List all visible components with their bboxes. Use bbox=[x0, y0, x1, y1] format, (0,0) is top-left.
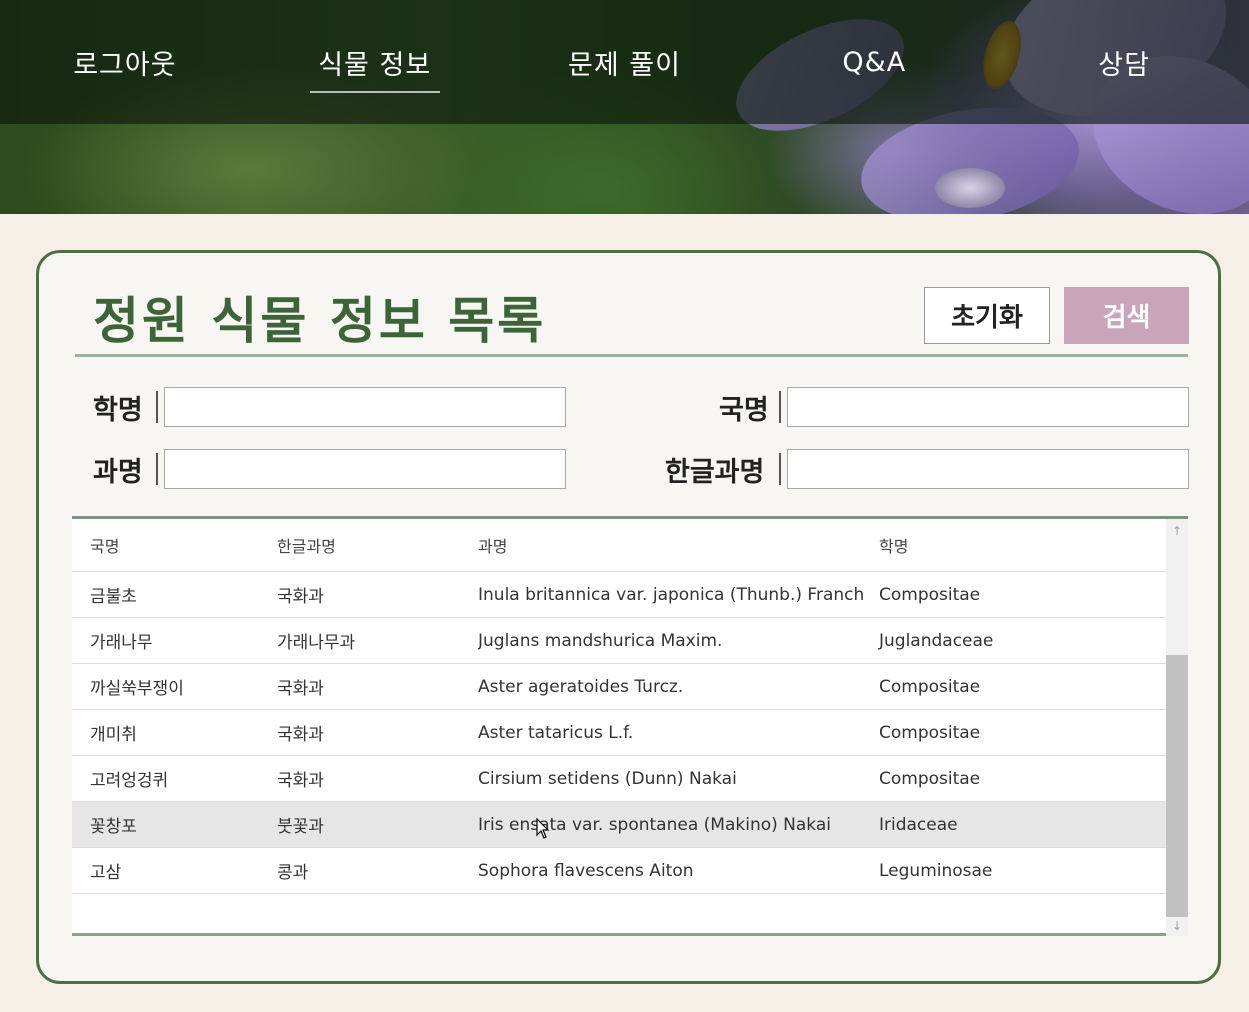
cell-scientific-name: Compositae bbox=[879, 584, 981, 605]
korean-name-label: 국명 bbox=[719, 394, 769, 426]
label-separator bbox=[156, 391, 158, 423]
plant-table: 국명 한글과명 과명 학명 금불초 국화과 Inula britannica v… bbox=[72, 516, 1188, 936]
cell-family: Cirsium setidens (Dunn) Nakai bbox=[478, 768, 737, 789]
nav-quiz-label: 문제 풀이 bbox=[568, 49, 681, 81]
table-scrollbar[interactable]: ↑ ↓ bbox=[1166, 519, 1188, 936]
nav-logout-label: 로그아웃 bbox=[73, 49, 177, 81]
nav-plant-info-label: 식물 정보 bbox=[318, 49, 432, 81]
nav-consult[interactable]: 상담 bbox=[999, 0, 1249, 124]
cell-korean-name: 꽃창포 bbox=[90, 817, 137, 837]
cell-korean-family: 붓꽃과 bbox=[277, 817, 324, 837]
column-header-scientific-name[interactable]: 학명 bbox=[879, 533, 908, 557]
label-separator bbox=[156, 453, 158, 485]
table-row[interactable]: 개미취 국화과 Aster tataricus L.f. Compositae bbox=[72, 710, 1166, 756]
cell-korean-name: 가래나무 bbox=[90, 633, 153, 653]
table-row[interactable]: 고삼 콩과 Sophora flavescens Aiton Leguminos… bbox=[72, 848, 1166, 894]
cell-korean-family: 국화과 bbox=[277, 771, 324, 791]
family-name-input[interactable] bbox=[164, 449, 566, 489]
mouse-pointer-icon bbox=[536, 818, 550, 839]
table-row-highlighted[interactable]: 꽃창포 붓꽃과 Iris ensata var. spontanea (Maki… bbox=[72, 802, 1166, 848]
search-button[interactable]: 검색 bbox=[1064, 287, 1189, 344]
cell-korean-family: 콩과 bbox=[277, 863, 309, 883]
table-row[interactable]: 금불초 국화과 Inula britannica var. japonica (… bbox=[72, 572, 1166, 618]
table-row[interactable]: 까실쑥부쟁이 국화과 Aster ageratoides Turcz. Comp… bbox=[72, 664, 1166, 710]
table-row[interactable]: 가래나무 가래나무과 Juglans mandshurica Maxim. Ju… bbox=[72, 618, 1166, 664]
cell-scientific-name: Compositae bbox=[879, 768, 981, 789]
korean-family-name-input[interactable] bbox=[787, 449, 1189, 489]
label-separator bbox=[779, 453, 781, 485]
arrow-down-icon[interactable]: ↓ bbox=[1166, 916, 1188, 936]
header-banner: 로그아웃 식물 정보 문제 풀이 Q&A 상담 bbox=[0, 0, 1249, 214]
korean-family-name-label: 한글과명 bbox=[665, 456, 765, 488]
cell-korean-name: 고삼 bbox=[90, 863, 122, 883]
cell-korean-family: 국화과 bbox=[277, 725, 324, 745]
page-title: 정원 식물 정보 목록 bbox=[93, 292, 547, 350]
cell-korean-name: 개미취 bbox=[90, 725, 137, 745]
cell-scientific-name: Juglandaceae bbox=[879, 630, 994, 651]
column-header-korean-family[interactable]: 한글과명 bbox=[277, 533, 336, 557]
column-header-korean-name[interactable]: 국명 bbox=[90, 533, 119, 557]
cell-korean-name: 고려엉겅퀴 bbox=[90, 771, 169, 791]
cell-family: Juglans mandshurica Maxim. bbox=[478, 630, 723, 651]
cell-korean-family: 국화과 bbox=[277, 679, 324, 699]
korean-name-input[interactable] bbox=[787, 387, 1189, 427]
nav-qna-label: Q&A bbox=[842, 46, 907, 78]
cell-family: Inula britannica var. japonica (Thunb.) … bbox=[478, 584, 863, 605]
title-divider bbox=[75, 354, 1188, 357]
cell-scientific-name: Compositae bbox=[879, 722, 981, 743]
cell-korean-family: 국화과 bbox=[277, 587, 324, 607]
nav-plant-info[interactable]: 식물 정보 bbox=[250, 0, 500, 124]
flower-bud-image bbox=[935, 168, 1005, 208]
cell-korean-name: 까실쑥부쟁이 bbox=[90, 679, 184, 699]
cell-korean-family: 가래나무과 bbox=[277, 633, 356, 653]
top-navigation: 로그아웃 식물 정보 문제 풀이 Q&A 상담 bbox=[0, 0, 1249, 124]
nav-consult-label: 상담 bbox=[1098, 49, 1150, 81]
plant-list-card: 정원 식물 정보 목록 초기화 검색 학명 국명 과명 한글과명 국명 한글과명… bbox=[36, 250, 1221, 984]
scientific-name-input[interactable] bbox=[164, 387, 566, 427]
nav-logout[interactable]: 로그아웃 bbox=[0, 0, 250, 124]
arrow-up-icon[interactable]: ↑ bbox=[1166, 521, 1188, 541]
cell-scientific-name: Iridaceae bbox=[879, 814, 958, 835]
reset-button[interactable]: 초기화 bbox=[924, 287, 1050, 344]
nav-quiz[interactable]: 문제 풀이 bbox=[500, 0, 750, 124]
nav-qna[interactable]: Q&A bbox=[749, 0, 999, 124]
family-name-label: 과명 bbox=[93, 456, 143, 488]
cell-family: Aster ageratoides Turcz. bbox=[478, 676, 684, 697]
table-header: 국명 한글과명 과명 학명 bbox=[72, 519, 1166, 572]
cell-scientific-name: Compositae bbox=[879, 676, 981, 697]
cell-scientific-name: Leguminosae bbox=[879, 860, 993, 881]
cell-family: Aster tataricus L.f. bbox=[478, 722, 634, 743]
label-separator bbox=[779, 391, 781, 423]
column-header-family[interactable]: 과명 bbox=[478, 533, 863, 557]
cell-korean-name: 금불초 bbox=[90, 587, 137, 607]
table-row[interactable]: 고려엉겅퀴 국화과 Cirsium setidens (Dunn) Nakai … bbox=[72, 756, 1166, 802]
scrollbar-thumb[interactable] bbox=[1166, 655, 1188, 917]
scientific-name-label: 학명 bbox=[93, 394, 143, 426]
cell-family: Sophora flavescens Aiton bbox=[478, 860, 694, 881]
